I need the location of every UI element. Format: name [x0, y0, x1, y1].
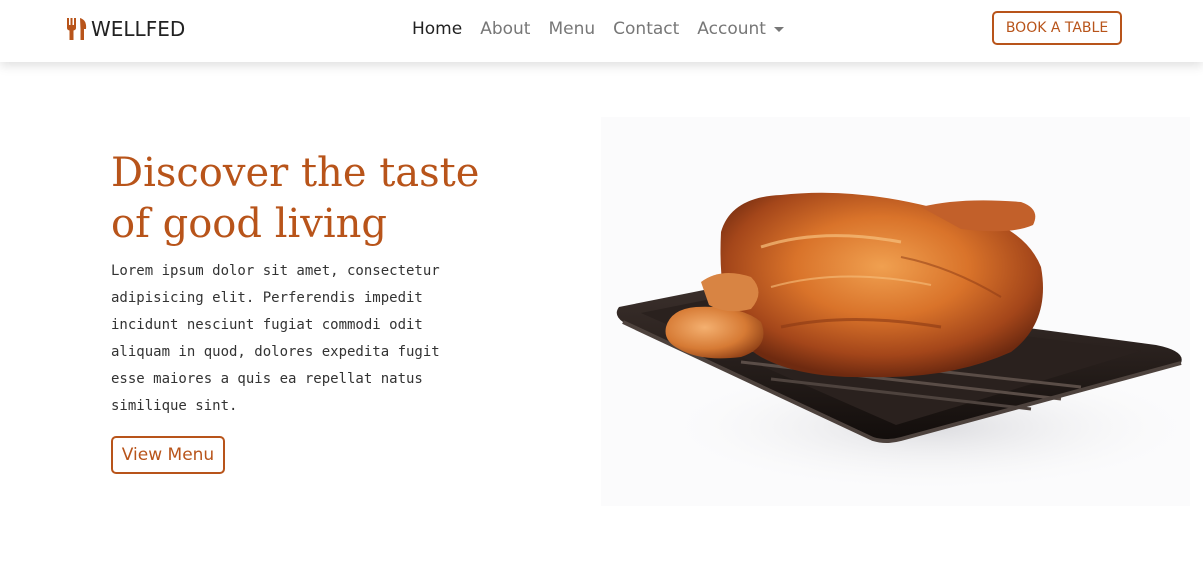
hero-description: Lorem ipsum dolor sit amet, consectetur …	[111, 258, 481, 420]
hero-text-line: esse maiores a quis ea repellat natus	[111, 371, 423, 387]
hero-text-line: incidunt nesciunt fugiat commodi odit	[111, 317, 423, 333]
fork-knife-icon	[67, 18, 87, 40]
chevron-down-icon	[773, 26, 784, 32]
hero-title-line-1: Discover the taste	[111, 150, 480, 196]
hero-text-line: adipisicing elit. Perferendis impedit	[111, 290, 423, 306]
nav-about[interactable]: About	[480, 19, 530, 39]
brand-logo[interactable]: WELLFED	[66, 16, 185, 42]
hero-title: Discover the taste of good living	[111, 148, 551, 250]
hero-text-line: aliquam in quod, dolores expedita fugit	[111, 344, 440, 360]
navbar: WELLFED Home About Menu Contact Account …	[0, 0, 1203, 62]
main-nav: Home About Menu Contact Account	[412, 18, 784, 40]
roast-chicken-illustration	[601, 117, 1203, 506]
hero-text-line: Lorem ipsum dolor sit amet, consectetur	[111, 263, 440, 279]
nav-home[interactable]: Home	[412, 19, 462, 39]
nav-contact[interactable]: Contact	[613, 19, 679, 39]
brand-name: WELLFED	[91, 17, 186, 41]
nav-account-label: Account	[697, 19, 766, 39]
nav-menu[interactable]: Menu	[548, 19, 595, 39]
book-table-button[interactable]: BOOK A TABLE	[992, 11, 1122, 45]
hero-text-line: similique sint.	[111, 398, 238, 414]
nav-account-dropdown[interactable]: Account	[697, 19, 784, 39]
view-menu-button[interactable]: View Menu	[111, 436, 225, 474]
hero-title-line-2: of good living	[111, 201, 388, 247]
hero-image-roast-chicken	[601, 117, 1203, 506]
